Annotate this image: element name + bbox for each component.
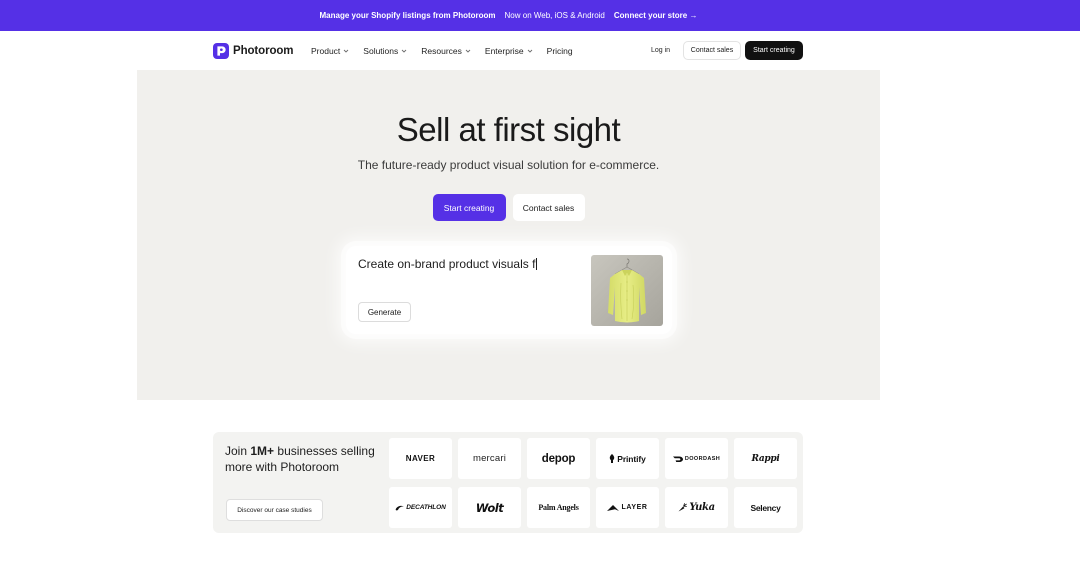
nav-contact-sales-button[interactable]: Contact sales [683,41,741,60]
palm-angels-logo: Palm Angels [538,503,579,512]
case-studies-button[interactable]: Discover our case studies [226,499,323,521]
nav-item-label: Product [311,45,341,56]
nav-item-pricing[interactable]: Pricing [547,46,573,56]
customers-heading: Join 1M+ businesses selling more with Ph… [225,443,385,475]
logo-tile-naver: NAVER [389,438,452,479]
rappi-logo: Rappi [751,453,780,464]
hero-start-creating-button[interactable]: Start creating [432,194,506,221]
logo-tile-selency: Selency [734,487,797,528]
heading-highlight: 1M+ [250,444,275,458]
doordash-logo: DOORDASH [684,455,721,462]
chevron-down-icon [465,49,471,53]
logo-tile-palm-angels: Palm Angels [527,487,590,528]
mercari-logo: mercari [472,453,507,464]
logo-tile-printify: Printify [596,438,659,479]
wolt-logo: Wolt [475,500,504,515]
promo-platforms-text: Now on Web, iOS & Android [504,11,605,20]
heading-prefix: Join [225,444,248,458]
logo-tile-mercari: mercari [458,438,521,479]
nav-item-label: Solutions [363,45,399,56]
top-navigation: Photoroom Product Solutions Resources En… [0,31,1017,70]
hero-subtitle: The future-ready product visual solution… [357,158,660,172]
logo-tile-depop: depop [527,438,590,479]
brand-logo-link[interactable]: Photoroom [213,42,294,59]
shirt-product-image [591,255,663,326]
heading-suffix: businesses selling more with Photoroom [225,444,375,474]
logo-tile-yuka: Yuka [665,487,728,528]
nav-item-product[interactable]: Product [311,46,349,56]
decathlon-logo: DECATHLON [406,504,446,511]
logo-tile-doordash: DOORDASH [665,438,728,479]
hero-section: Sell at first sight The future-ready pro… [137,70,880,400]
login-link[interactable]: Log in [651,31,670,70]
connect-store-link[interactable]: Connect your store → [614,11,698,20]
yuka-logo: Yuka [689,502,715,513]
nav-item-label: Resources [421,45,462,56]
logo-tile-rappi: Rappi [734,438,797,479]
nav-item-enterprise[interactable]: Enterprise [485,46,533,56]
chevron-down-icon [527,49,532,53]
printify-logo: Printify [617,453,646,464]
logo-tile-wolt: Wolt [458,487,521,528]
chevron-down-icon [401,49,407,53]
logo-tile-layer: LAYER [596,487,659,528]
nav-item-label: Pricing [546,45,573,56]
selency-logo: Selency [750,502,781,513]
depop-logo: depop [541,452,576,465]
hero-cta-group: Start creating Contact sales [137,194,880,221]
promo-shopify-text: Manage your Shopify listings from Photor… [319,11,496,20]
doordash-icon [672,456,683,462]
nav-item-label: Enterprise [484,45,524,56]
photoroom-logo-icon [213,42,229,59]
prompt-input[interactable]: Create on-brand product visuals f [358,256,538,271]
prompt-text: Create on-brand product visuals f [358,256,536,271]
decathlon-icon [395,505,405,510]
nav-start-creating-button[interactable]: Start creating [745,41,803,60]
layer-logo: LAYER [621,504,648,511]
generate-button[interactable]: Generate [358,302,411,322]
product-photo [591,255,663,326]
nav-item-solutions[interactable]: Solutions [363,46,407,56]
prompt-card: Create on-brand product visuals f Genera… [346,246,672,334]
printify-icon [610,454,615,463]
layer-icon [607,504,620,511]
primary-menu: Product Solutions Resources Enterprise P… [311,31,573,70]
brand-name: Photoroom [233,44,294,57]
promo-banner: Manage your Shopify listings from Photor… [0,0,1080,31]
hero-title: Sell at first sight [396,111,621,148]
chevron-down-icon [343,49,349,53]
customer-logos-section: Join 1M+ businesses selling more with Ph… [213,432,803,533]
customer-logo-grid: NAVER mercari depop Printify DOORDASH Ra… [389,438,797,528]
logo-tile-decathlon: DECATHLON [389,487,452,528]
naver-logo: NAVER [405,454,436,463]
nav-item-resources[interactable]: Resources [421,46,471,56]
promo-banner-content: Manage your Shopify listings from Photor… [0,0,1017,31]
hero-contact-sales-button[interactable]: Contact sales [512,194,585,221]
yuka-icon [678,503,688,512]
text-caret [536,257,538,270]
